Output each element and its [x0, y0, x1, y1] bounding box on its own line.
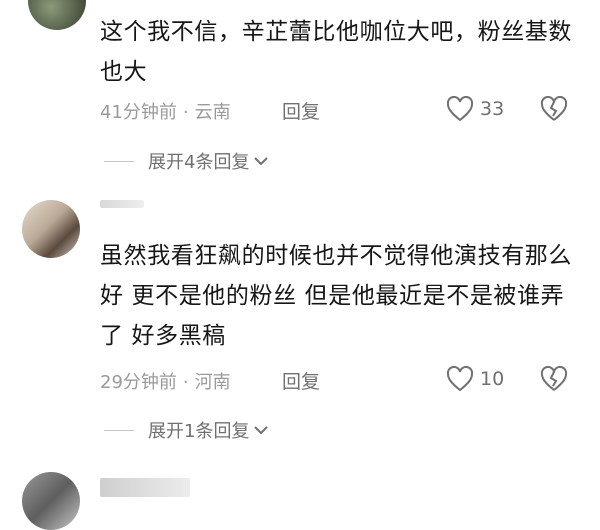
meta-separator: · — [182, 102, 189, 123]
heart-outline-icon — [446, 96, 474, 122]
commenter-avatar[interactable] — [22, 472, 80, 530]
dislike-button[interactable] — [540, 95, 568, 126]
like-button[interactable]: 33 — [446, 96, 504, 122]
comment-meta: 29分钟前 · 河南 — [100, 368, 231, 394]
comment-text: 虽然我看狂飙的时候也并不觉得他演技有那么好 更不是他的粉丝 但是他最近是不是被谁… — [100, 243, 572, 349]
divider-line — [104, 429, 134, 431]
like-count: 33 — [480, 98, 505, 120]
commenter-avatar[interactable] — [28, 0, 86, 30]
meta-separator: · — [182, 372, 189, 393]
username — [100, 200, 144, 208]
like-count: 10 — [480, 368, 505, 390]
chevron-down-icon — [254, 426, 269, 435]
like-button[interactable]: 10 — [446, 366, 504, 392]
username — [100, 478, 190, 497]
expand-replies-button[interactable]: 展开4条回复 — [104, 148, 269, 174]
comment-time: 29分钟前 — [100, 372, 177, 393]
divider-line — [104, 160, 134, 162]
dislike-button[interactable] — [540, 365, 568, 396]
heart-outline-icon — [446, 366, 474, 392]
comment-meta: 41分钟前 · 云南 — [100, 98, 231, 124]
expand-replies-label: 展开4条回复 — [148, 152, 250, 173]
reply-button[interactable]: 回复 — [282, 97, 320, 124]
broken-heart-icon — [540, 95, 568, 121]
comment-text: 这个我不信，辛芷蕾比他咖位大吧，粉丝基数也大 — [100, 19, 572, 85]
commenter-avatar[interactable] — [22, 200, 80, 258]
comment-location: 河南 — [194, 372, 231, 393]
expand-replies-label: 展开1条回复 — [148, 421, 250, 442]
broken-heart-icon — [540, 365, 568, 391]
reply-button[interactable]: 回复 — [282, 367, 320, 394]
expand-replies-button[interactable]: 展开1条回复 — [104, 417, 269, 443]
chevron-down-icon — [254, 157, 269, 166]
comment-time: 41分钟前 — [100, 102, 177, 123]
comment-location: 云南 — [194, 102, 231, 123]
